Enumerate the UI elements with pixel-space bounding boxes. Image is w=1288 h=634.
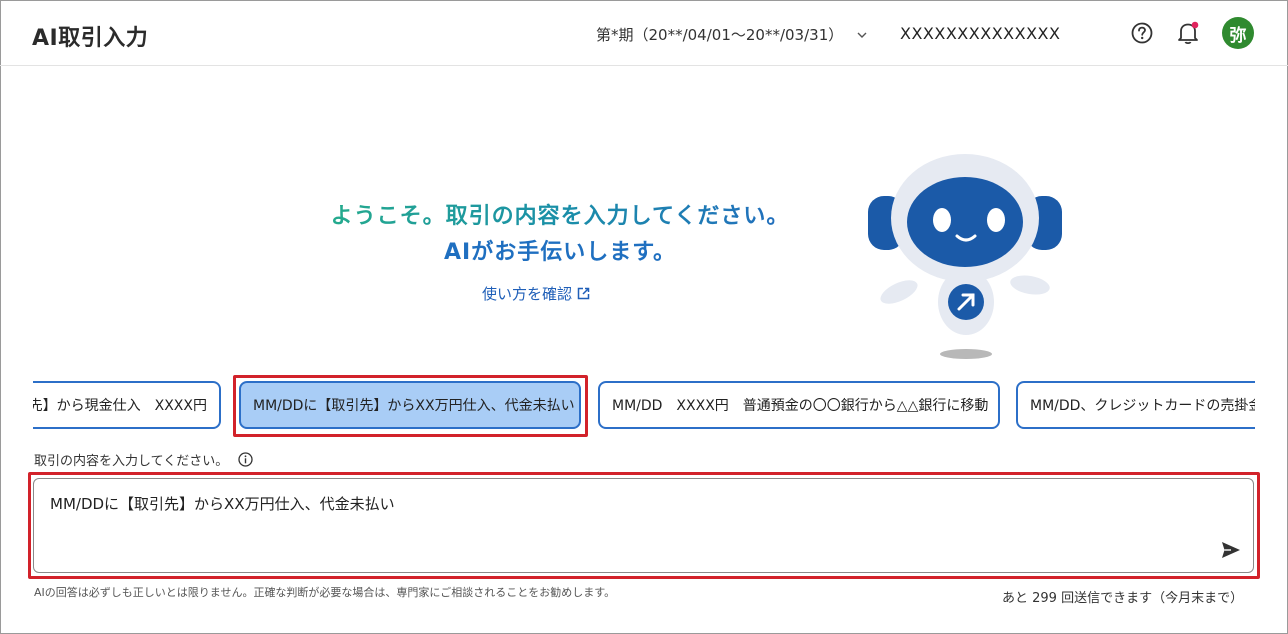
suggestion-label: MM/DDに【取引先】からXX万円仕入、代金未払い: [253, 398, 575, 414]
welcome-line-2: AIがお手伝いします。: [443, 240, 676, 265]
period-label: 第*期（20**/04/01～20**/03/31）: [596, 26, 844, 44]
suggestion-label: 引先】から現金仕入 XXXX円: [33, 398, 207, 414]
welcome-message: ようこそ。取引の内容を入力してください。 AIがお手伝いします。: [280, 200, 840, 272]
welcome-line-1: ようこそ。取引の内容を入力してください。: [280, 200, 840, 234]
ai-disclaimer: AIの回答は必ずしも正しいとは限りません。正確な判断が必要な場合は、専門家にご相…: [34, 586, 616, 599]
suggestion-chip[interactable]: MM/DD、クレジットカードの売掛金: [1016, 381, 1255, 429]
chevron-down-icon: [857, 32, 867, 38]
app-header: AI取引入力 第*期（20**/04/01～20**/03/31） XXXXXX…: [0, 0, 1288, 66]
info-icon[interactable]: [238, 452, 253, 467]
howto-link[interactable]: 使い方を確認: [482, 283, 590, 304]
company-name: XXXXXXXXXXXXXX: [900, 24, 1061, 43]
suggestion-chip-selected[interactable]: MM/DDに【取引先】からXX万円仕入、代金未払い: [239, 381, 581, 429]
howto-label: 使い方を確認: [482, 285, 573, 303]
bell-icon[interactable]: [1176, 20, 1200, 46]
remaining-count: あと 299 回送信できます（今月末まで）: [1002, 591, 1244, 606]
suggestion-label: MM/DD XXXX円 普通預金の〇〇銀行から△△銀行に移動: [612, 398, 989, 414]
transaction-input[interactable]: [33, 478, 1254, 573]
external-link-icon: [577, 287, 590, 300]
suggestion-chip[interactable]: MM/DD XXXX円 普通預金の〇〇銀行から△△銀行に移動: [598, 381, 1000, 429]
suggestion-label: MM/DD、クレジットカードの売掛金: [1030, 398, 1255, 414]
avatar[interactable]: 弥: [1222, 17, 1254, 49]
period-selector[interactable]: 第*期（20**/04/01～20**/03/31）: [596, 24, 867, 45]
input-label-text: 取引の内容を入力してください。: [34, 454, 229, 469]
help-icon[interactable]: [1131, 22, 1153, 44]
input-label: 取引の内容を入力してください。: [34, 450, 253, 469]
page-title: AI取引入力: [32, 26, 149, 51]
suggestion-list: 引先】から現金仕入 XXXX円 MM/DDに【取引先】からXX万円仕入、代金未払…: [33, 378, 1255, 434]
robot-mascot-icon: [868, 154, 1062, 359]
suggestion-chip[interactable]: 引先】から現金仕入 XXXX円: [33, 381, 221, 429]
send-icon[interactable]: [1220, 540, 1242, 560]
